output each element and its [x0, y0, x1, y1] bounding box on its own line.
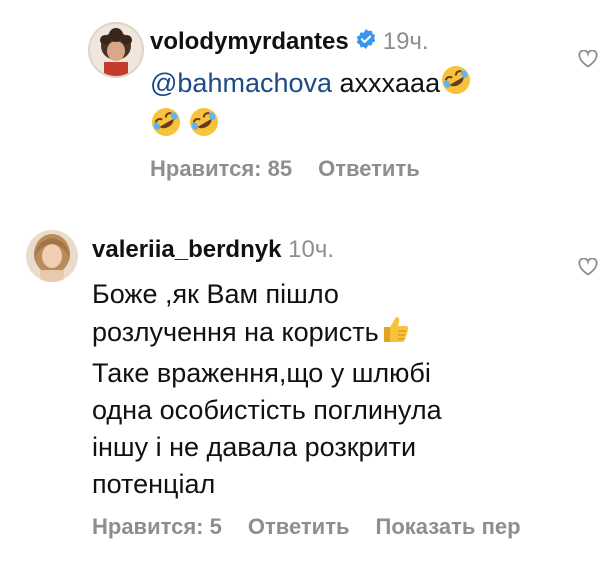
- heart-outline-icon: [578, 49, 598, 68]
- thumbs-up-emoji-icon: [379, 313, 411, 355]
- comment-reply: volodymyrdantes 19ч. @bahmachova axxxaaa …: [0, 0, 600, 200]
- comment-actions: Нравится: 85 Ответить: [150, 156, 446, 182]
- username[interactable]: valeriia_berdnyk: [92, 236, 281, 263]
- comment-line: іншу і не давала розкрити: [92, 432, 417, 462]
- comment-header: volodymyrdantes 19ч.: [150, 28, 429, 57]
- comment-text-content: axxxaaa: [332, 68, 441, 99]
- comment-line: Боже ,як Вам пішло: [92, 279, 339, 309]
- comment-line: Таке враження,що у шлюбі: [92, 358, 431, 388]
- avatar-photo-icon: [90, 24, 142, 76]
- avatar-photo-icon: [26, 230, 78, 282]
- comment-text: Боже ,як Вам пішло розлучення на користь…: [92, 276, 442, 503]
- reply-button[interactable]: Ответить: [318, 156, 420, 181]
- comment-actions: Нравится: 5 Ответить Показать пер: [92, 514, 547, 540]
- comment-time: 10ч.: [288, 236, 334, 263]
- like-button[interactable]: [578, 49, 598, 73]
- comment-line: одна особистість поглинула: [92, 395, 442, 425]
- comment-line-with-emoji: розлучення на користь: [92, 313, 442, 355]
- likes-count[interactable]: Нравится: 85: [150, 156, 292, 181]
- avatar[interactable]: [26, 230, 78, 282]
- username[interactable]: volodymyrdantes: [150, 28, 349, 55]
- heart-outline-icon: [578, 257, 598, 276]
- rofl-emoji-icon: [150, 106, 182, 148]
- comment-text: @bahmachova axxxaaa: [150, 64, 472, 148]
- comment: valeriia_berdnyk 10ч. Боже ,як Вам пішло…: [0, 200, 600, 567]
- rofl-emoji-icon: [440, 64, 472, 106]
- likes-count[interactable]: Нравится: 5: [92, 514, 222, 539]
- like-button[interactable]: [578, 257, 598, 281]
- comment-time: 19ч.: [382, 28, 429, 55]
- comment-header: valeriia_berdnyk 10ч.: [92, 236, 334, 264]
- avatar[interactable]: [88, 22, 144, 78]
- rofl-emoji-icon: [188, 106, 220, 148]
- verified-badge-icon: [355, 28, 377, 57]
- show-translation-button[interactable]: Показать пер: [376, 514, 521, 539]
- reply-button[interactable]: Ответить: [248, 514, 350, 539]
- comment-line: потенціал: [92, 469, 216, 499]
- mention-link[interactable]: @bahmachova: [150, 68, 332, 98]
